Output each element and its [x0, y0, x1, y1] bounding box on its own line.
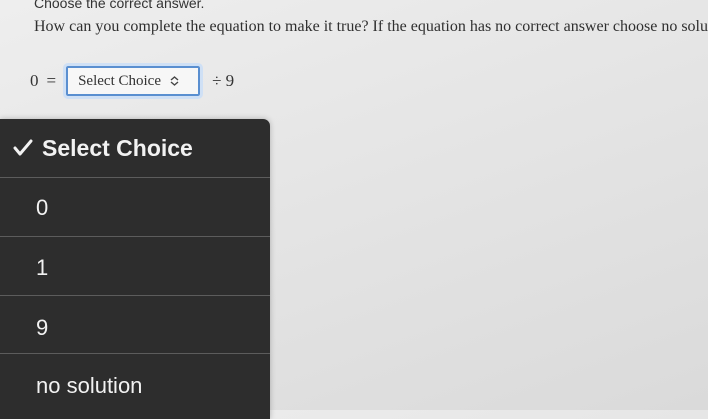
choice-select-value: Select Choice [78, 72, 161, 89]
menu-option-label: no solution [36, 373, 143, 398]
menu-divider [0, 236, 270, 237]
menu-divider [0, 177, 270, 178]
menu-option-select-choice[interactable]: Select Choice [0, 119, 270, 177]
chevron-up-down-icon [169, 75, 180, 87]
equation-lhs: 0 [30, 71, 39, 90]
equation-rhs: ÷ 9 [212, 71, 235, 90]
menu-divider [0, 295, 270, 296]
checkmark-icon [12, 138, 34, 158]
question-text: How can you complete the equation to mak… [34, 18, 708, 35]
menu-option-0[interactable]: 0 [0, 179, 270, 237]
choice-dropdown-menu: Select Choice 0 1 9 no solution [0, 119, 270, 419]
menu-option-label: Select Choice [42, 134, 193, 161]
choice-select[interactable]: Select Choice [63, 63, 204, 99]
menu-option-9[interactable]: 9 [0, 299, 270, 357]
menu-option-1[interactable]: 1 [0, 239, 270, 297]
equation: 0 = Select Choice ÷ 9 [30, 63, 235, 99]
menu-option-no-solution[interactable]: no solution [0, 357, 270, 415]
menu-divider [0, 353, 270, 354]
equation-equals: = [46, 71, 57, 90]
instruction-text: Choose the correct answer. [34, 0, 205, 11]
menu-option-label: 1 [36, 255, 49, 280]
menu-option-label: 0 [36, 195, 49, 220]
menu-option-label: 9 [36, 315, 49, 340]
